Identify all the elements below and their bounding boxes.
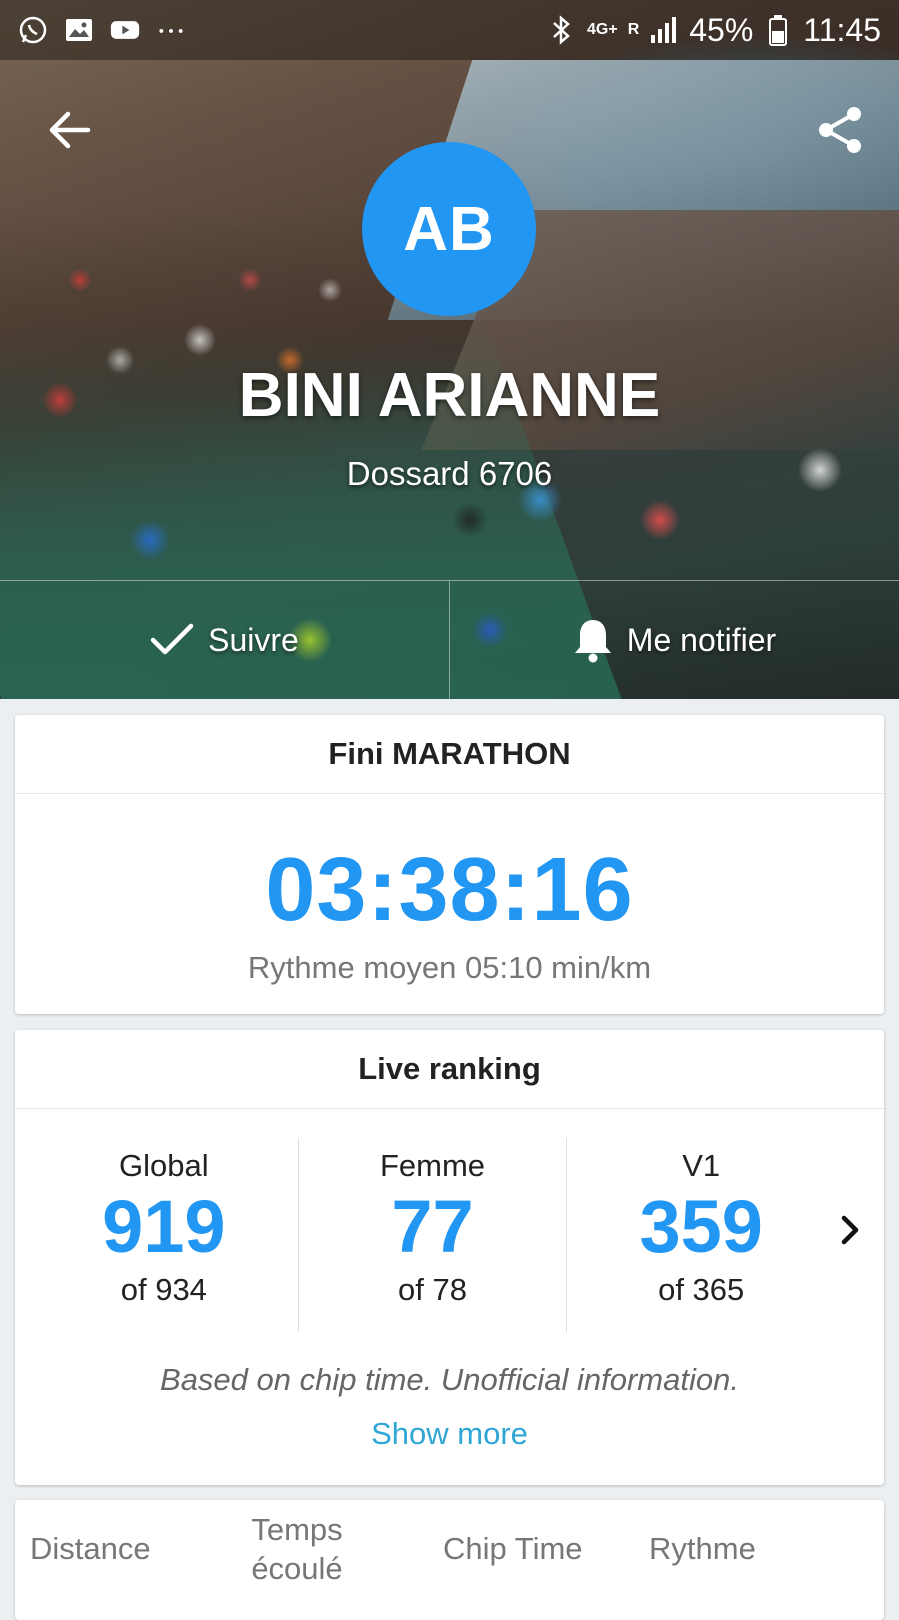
rank-label: Femme <box>379 1148 486 1183</box>
bell-icon <box>574 620 611 663</box>
average-pace: Rythme moyen 05:10 min/km <box>247 950 652 985</box>
follow-button[interactable]: Suivre <box>0 581 449 699</box>
ranking-columns[interactable]: Global 919 of 934 Femme 77 of 78 V1 359 … <box>30 1138 835 1332</box>
live-ranking-card: Live ranking Global 919 of 934 Femme 77 … <box>15 1030 884 1485</box>
rank-value: 359 <box>639 1185 763 1268</box>
notify-label: Me notifier <box>626 621 777 658</box>
follow-label: Suivre <box>208 621 299 658</box>
runner-name: BINI ARIANNE <box>238 361 661 430</box>
checkmark-icon <box>150 623 194 655</box>
bib-number: Dossard 6706 <box>346 455 553 492</box>
live-ranking-title: Live ranking <box>15 1030 884 1109</box>
back-button[interactable] <box>46 106 94 154</box>
rank-total: of 78 <box>398 1272 467 1307</box>
rank-value: 919 <box>102 1185 226 1268</box>
finish-card-title: Fini MARATHON <box>15 715 884 794</box>
show-more-link[interactable]: Show more <box>15 1416 884 1452</box>
youtube-icon <box>110 15 140 45</box>
gallery-icon <box>64 15 94 45</box>
action-bar: Suivre Me notifier <box>0 580 899 699</box>
share-button[interactable] <box>814 104 866 156</box>
rank-total: of 365 <box>658 1272 745 1307</box>
splits-header-elapsed: Temps écoulé <box>251 1511 343 1586</box>
rank-label: Global <box>119 1148 209 1183</box>
status-bar: 4G+ R 45% 11:45 <box>0 0 899 60</box>
rank-category: V1 359 of 365 <box>566 1138 835 1332</box>
rank-label: V1 <box>682 1148 721 1183</box>
avatar: AB <box>362 142 536 316</box>
splits-header-pace: Rythme <box>649 1531 756 1567</box>
share-icon <box>819 107 861 153</box>
splits-header-distance: Distance <box>30 1531 151 1567</box>
chevron-right-icon <box>841 1215 859 1245</box>
hero-banner: 4G+ R 45% 11:45 AB BINI ARIANNE Dossard … <box>0 0 899 699</box>
roaming-indicator: R <box>627 21 640 38</box>
whatsapp-icon <box>18 15 48 45</box>
finish-time: 03:38:16 <box>265 840 634 940</box>
splits-header-chip-time: Chip Time <box>443 1531 583 1567</box>
rank-value: 77 <box>391 1185 474 1268</box>
rank-global: Global 919 of 934 <box>30 1138 298 1332</box>
network-type: 4G+ <box>587 21 618 38</box>
battery-percent: 45% <box>689 11 754 48</box>
more-notifications-icon <box>156 15 186 45</box>
splits-card: Distance Temps écoulé Chip Time Rythme <box>15 1500 884 1620</box>
finish-card: Fini MARATHON 03:38:16 Rythme moyen 05:1… <box>15 715 884 1014</box>
rank-femme: Femme 77 of 78 <box>297 1138 567 1332</box>
signal-icon <box>649 15 679 45</box>
notify-button[interactable]: Me notifier <box>449 581 899 699</box>
bluetooth-icon <box>547 15 577 45</box>
rank-total: of 934 <box>120 1272 207 1307</box>
ranking-disclaimer: Based on chip time. Unofficial informati… <box>160 1362 739 1397</box>
clock: 11:45 <box>803 11 881 48</box>
ranking-next-button[interactable] <box>835 1210 865 1250</box>
arrow-left-icon <box>49 111 91 149</box>
battery-icon <box>763 15 793 46</box>
